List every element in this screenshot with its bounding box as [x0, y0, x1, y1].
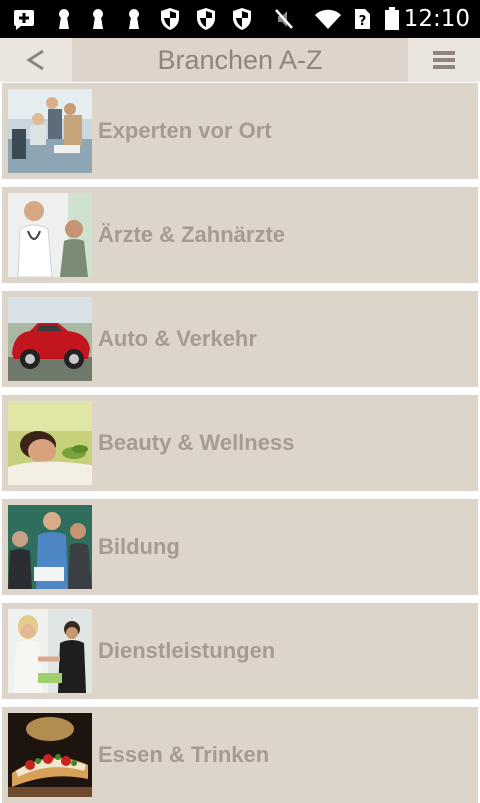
page-title: Branchen A-Z	[157, 45, 323, 75]
category-item-essen[interactable]: Essen & Trinken	[2, 707, 478, 803]
pizza-photo	[8, 713, 92, 797]
app-header: Branchen A-Z	[0, 38, 480, 82]
category-item-experten[interactable]: Experten vor Ort	[2, 83, 478, 179]
red-car-photo	[8, 297, 92, 381]
category-item-bildung[interactable]: Bildung	[2, 499, 478, 595]
status-bar: ? 12:10	[0, 0, 480, 38]
sim-unknown-icon: ?	[355, 9, 370, 29]
wifi-icon	[315, 9, 341, 29]
shield-icon	[197, 8, 215, 30]
keyhole-icon	[93, 9, 103, 29]
category-item-aerzte[interactable]: Ärzte & Zahnärzte	[2, 187, 478, 283]
battery-icon	[385, 7, 399, 30]
plus-notification-icon	[14, 10, 34, 30]
handshake-photo	[8, 609, 92, 693]
shield-icon	[161, 8, 179, 30]
classroom-photo	[8, 505, 92, 589]
category-label: Ärzte & Zahnärzte	[98, 222, 286, 247]
back-arrow-icon	[26, 49, 44, 71]
keyhole-icon	[59, 9, 69, 29]
business-meeting-photo	[8, 89, 92, 173]
category-item-auto[interactable]: Auto & Verkehr	[2, 291, 478, 387]
category-label: Dienstleistungen	[98, 638, 276, 663]
clock: 12:10	[403, 6, 470, 32]
shield-icon	[233, 8, 251, 30]
menu-button[interactable]	[408, 38, 480, 82]
mute-icon	[275, 9, 293, 29]
category-label: Beauty & Wellness	[98, 430, 295, 455]
back-button[interactable]	[0, 38, 72, 82]
doctor-photo	[8, 193, 92, 277]
category-label: Essen & Trinken	[98, 742, 270, 767]
category-label: Bildung	[98, 534, 180, 559]
spa-photo	[8, 401, 92, 485]
svg-text:?: ?	[359, 14, 367, 29]
category-label: Experten vor Ort	[98, 118, 272, 143]
category-item-dienstleistungen[interactable]: Dienstleistungen	[2, 603, 478, 699]
category-label: Auto & Verkehr	[98, 326, 257, 351]
hamburger-menu-icon	[433, 51, 455, 69]
keyhole-icon	[129, 9, 139, 29]
category-item-beauty[interactable]: Beauty & Wellness	[2, 395, 478, 491]
